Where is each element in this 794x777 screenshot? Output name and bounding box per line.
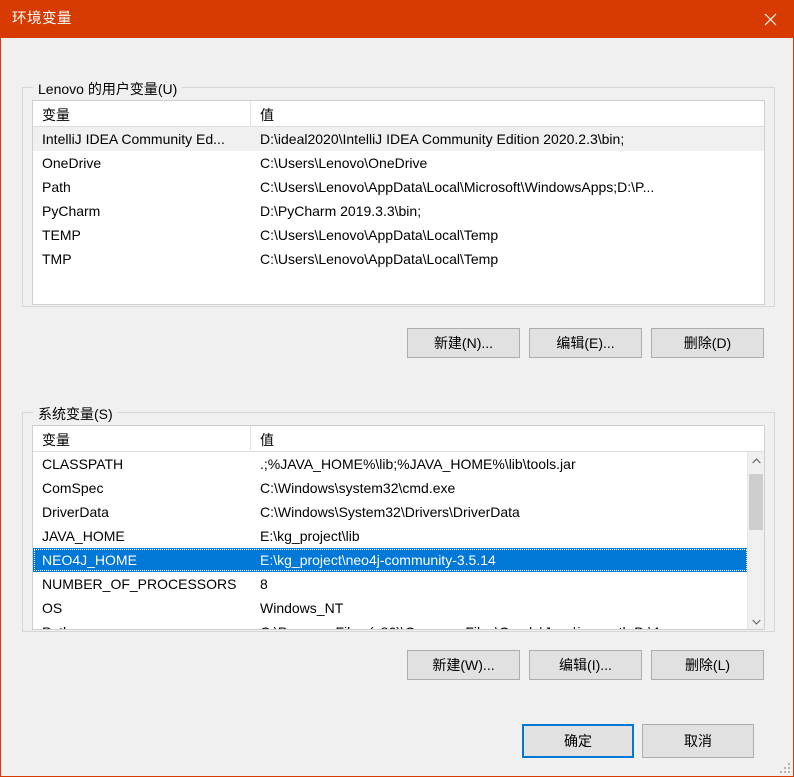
resize-grip[interactable]	[778, 761, 790, 773]
variable-name-cell: NEO4J_HOME	[42, 552, 137, 568]
scrollbar-thumb[interactable]	[749, 474, 763, 530]
variable-value-cell: 8	[260, 576, 268, 592]
title-bar-buttons	[747, 1, 793, 38]
table-row[interactable]: PyCharm D:\PyCharm 2019.3.3\bin;	[33, 199, 764, 223]
variable-value-cell: C:\Users\Lenovo\OneDrive	[260, 155, 428, 171]
table-row[interactable]: TEMP C:\Users\Lenovo\AppData\Local\Temp	[33, 223, 764, 247]
table-row[interactable]: ComSpec C:\Windows\system32\cmd.exe	[33, 476, 748, 500]
chevron-down-icon	[751, 619, 761, 625]
table-row[interactable]: IntelliJ IDEA Community Ed... D:\ideal202…	[33, 127, 764, 151]
system-column-header-name[interactable]: 变量	[33, 426, 251, 452]
system-variables-legend: 系统变量(S)	[33, 404, 118, 424]
close-button[interactable]	[747, 1, 793, 38]
variable-value-cell: E:\kg_project\lib	[260, 528, 360, 544]
table-row[interactable]: PathC:\Program Files (x86)\Common Files\…	[33, 620, 748, 629]
system-new-button[interactable]: 新建(W)...	[407, 650, 520, 680]
variable-value-cell: D:\ideal2020\IntelliJ IDEA Community Edi…	[260, 131, 625, 147]
user-list-body: IntelliJ IDEA Community Ed... D:\ideal202…	[33, 127, 764, 304]
user-column-header-name[interactable]: 变量	[33, 101, 251, 127]
table-row[interactable]: TMP C:\Users\Lenovo\AppData\Local\Temp	[33, 247, 764, 271]
variable-value-cell: C:\Program Files (x86)\Common Files\Orac…	[251, 624, 748, 629]
variable-value-cell: Windows_NT	[260, 600, 344, 616]
user-variables-list[interactable]: 变量 值 IntelliJ IDEA Community Ed... D:\ide…	[32, 100, 765, 305]
system-delete-button[interactable]: 删除(L)	[651, 650, 764, 680]
variable-name-cell: JAVA_HOME	[42, 528, 125, 544]
user-variables-legend: Lenovo 的用户变量(U)	[33, 79, 183, 99]
user-edit-button[interactable]: 编辑(E)...	[529, 328, 642, 358]
table-row[interactable]: JAVA_HOME E:\kg_project\lib	[33, 524, 748, 548]
scroll-up-arrow-icon[interactable]	[748, 452, 764, 469]
system-list-header: 变量 值	[33, 426, 764, 452]
variable-name-cell: OneDrive	[42, 155, 102, 171]
variable-value-cell: C:\Users\Lenovo\AppData\Local\Microsoft\…	[260, 179, 655, 195]
table-row[interactable]: CLASSPATH .;%JAVA_HOME%\lib;%JAVA_HOME%\l…	[33, 452, 748, 476]
variable-name-cell: PyCharm	[42, 203, 101, 219]
variable-name-cell: Path	[33, 624, 251, 629]
user-delete-button[interactable]: 删除(D)	[651, 328, 764, 358]
table-row[interactable]: NEO4J_HOME E:\kg_project\neo4j-community-…	[33, 548, 748, 572]
variable-name-cell: ComSpec	[42, 480, 104, 496]
variable-value-cell: C:\Users\Lenovo\AppData\Local\Temp	[260, 227, 499, 243]
variable-name-cell: TEMP	[42, 227, 81, 243]
user-column-header-value[interactable]: 值	[251, 101, 764, 127]
variable-value-cell: D:\PyCharm 2019.3.3\bin;	[260, 203, 422, 219]
close-icon	[764, 13, 776, 26]
system-list-body: CLASSPATH .;%JAVA_HOME%\lib;%JAVA_HOME%\l…	[33, 452, 748, 629]
variable-name-cell: NUMBER_OF_PROCESSORS	[42, 576, 237, 592]
title-bar: 环境变量	[1, 1, 793, 38]
table-row[interactable]: OS Windows_NT	[33, 596, 748, 620]
window-title: 环境变量	[12, 11, 72, 28]
environment-variables-dialog: 环境变量 Lenovo 的用户变量(U) 变量 值 IntelliJ IDEA …	[0, 0, 794, 777]
variable-value-cell: .;%JAVA_HOME%\lib;%JAVA_HOME%\lib\tools.…	[260, 456, 576, 472]
variable-name-cell: Path	[42, 179, 71, 195]
variable-name-cell: OS	[42, 600, 63, 616]
user-new-button[interactable]: 新建(N)...	[407, 328, 520, 358]
user-list-header: 变量 值	[33, 101, 764, 127]
system-variables-list[interactable]: 变量 值 CLASSPATH .;%JAVA_HOME%\lib;%JAVA_HO…	[32, 425, 765, 630]
chevron-up-icon	[751, 457, 761, 463]
cancel-button[interactable]: 取消	[642, 724, 754, 758]
variable-name-cell: IntelliJ IDEA Community Ed...	[42, 131, 225, 147]
table-row[interactable]: NUMBER_OF_PROCESSORS 8	[33, 572, 748, 596]
variable-value-cell: C:\Users\Lenovo\AppData\Local\Temp	[260, 251, 499, 267]
variable-value-cell: C:\Windows\system32\cmd.exe	[260, 480, 456, 496]
table-row[interactable]: DriverData C:\Windows\System32\Drivers\Dr…	[33, 500, 748, 524]
system-column-header-value[interactable]: 值	[251, 426, 764, 452]
variable-name-cell: CLASSPATH	[42, 456, 124, 472]
system-edit-button[interactable]: 编辑(I)...	[529, 650, 642, 680]
system-list-scrollbar[interactable]	[747, 452, 764, 629]
table-row[interactable]: OneDrive C:\Users\Lenovo\OneDrive	[33, 151, 764, 175]
variable-value-cell: C:\Windows\System32\Drivers\DriverData	[260, 504, 520, 520]
ok-button[interactable]: 确定	[522, 724, 634, 758]
variable-name-cell: DriverData	[42, 504, 109, 520]
variable-value-cell: E:\kg_project\neo4j-community-3.5.14	[260, 552, 496, 568]
scroll-down-arrow-icon[interactable]	[748, 613, 764, 629]
table-row[interactable]: Path C:\Users\Lenovo\AppData\Local\Micros…	[33, 175, 764, 199]
variable-name-cell: TMP	[42, 251, 72, 267]
